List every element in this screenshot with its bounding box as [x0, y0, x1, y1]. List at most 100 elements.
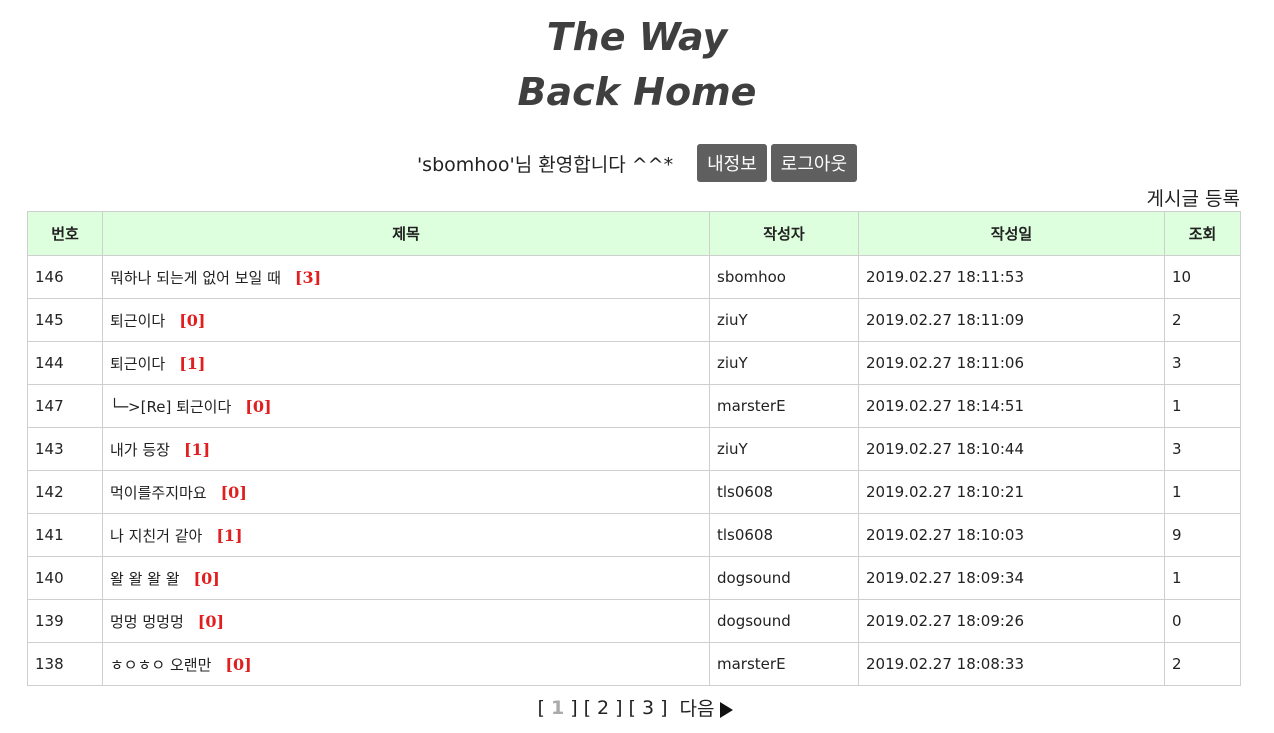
post-number: 139: [27, 599, 103, 643]
post-number: 141: [27, 513, 103, 557]
table-row: 141 나 지친거 같아 [1] tls0608 2019.02.27 18:10:03…: [27, 513, 1241, 557]
header-title: 제목: [102, 211, 710, 256]
welcome-row: 'sbomhoo'님 환영합니다 ^^* 내정보 로그아웃: [0, 144, 1274, 182]
post-number: 146: [27, 255, 103, 299]
post-date: 2019.02.27 18:10:44: [858, 427, 1165, 471]
header-date: 작성일: [858, 211, 1165, 256]
post-number: 138: [27, 642, 103, 686]
post-title-cell: 나 지친거 같아 [1]: [102, 513, 710, 557]
post-title-cell: 뭐하나 되는게 없어 보일 때 [3]: [102, 255, 710, 299]
header-number: 번호: [27, 211, 103, 256]
post-number: 142: [27, 470, 103, 514]
reply-count: [0]: [225, 654, 252, 674]
post-title-link[interactable]: 나 지친거 같아: [110, 527, 202, 545]
logout-button[interactable]: 로그아웃: [770, 144, 858, 182]
post-author: sbomhoo: [709, 255, 859, 299]
post-title-cell: └─>[Re] 퇴근이다 [0]: [102, 384, 710, 428]
reply-count: [3]: [294, 267, 322, 287]
post-author: tls0608: [709, 470, 859, 514]
post-title-link[interactable]: ㅎㅇㅎㅇ 오랜만: [110, 656, 211, 674]
play-icon: [720, 701, 734, 718]
table-row: 143 내가 등장 [1] ziuY 2019.02.27 18:10:44 3: [27, 427, 1241, 471]
page-bracket-open: [: [537, 696, 545, 719]
post-date: 2019.02.27 18:09:34: [858, 556, 1165, 600]
welcome-message: 'sbomhoo'님 환영합니다 ^^*: [416, 153, 674, 176]
reply-count: [0]: [179, 310, 206, 330]
post-views: 2: [1164, 298, 1241, 342]
post-views: 3: [1164, 341, 1241, 385]
register-post-link[interactable]: 게시글 등록: [1147, 184, 1240, 211]
table-row: 144 퇴근이다 [1] ziuY 2019.02.27 18:11:06 3: [27, 341, 1241, 385]
post-title-link[interactable]: 퇴근이다: [110, 312, 165, 330]
post-views: 1: [1164, 384, 1241, 428]
post-number: 145: [27, 298, 103, 342]
post-title-link[interactable]: 멍멍 멍멍멍: [110, 613, 184, 631]
post-title-cell: 퇴근이다 [0]: [102, 298, 710, 342]
post-views: 3: [1164, 427, 1241, 471]
site-title: The Way Back Home: [0, 10, 1274, 120]
post-title-cell: 멍멍 멍멍멍 [0]: [102, 599, 710, 643]
post-title-cell: ㅎㅇㅎㅇ 오랜만 [0]: [102, 642, 710, 686]
reply-count: [0]: [197, 611, 225, 631]
reply-count: [1]: [179, 353, 206, 373]
table-row: 142 먹이를주지마요 [0] tls0608 2019.02.27 18:10:21 1: [27, 470, 1241, 514]
page-current: 1: [550, 696, 565, 719]
post-date: 2019.02.27 18:08:33: [858, 642, 1165, 686]
post-author: marsterE: [709, 642, 859, 686]
post-author: tls0608: [709, 513, 859, 557]
site-title-line1: The Way: [546, 15, 728, 59]
post-views: 10: [1164, 255, 1241, 299]
post-date: 2019.02.27 18:11:06: [858, 341, 1165, 385]
my-info-button[interactable]: 내정보: [697, 144, 767, 182]
post-date: 2019.02.27 18:09:26: [858, 599, 1165, 643]
post-title-cell: 먹이를주지마요 [0]: [102, 470, 710, 514]
post-date: 2019.02.27 18:14:51: [858, 384, 1165, 428]
next-page-label: 다음: [679, 698, 715, 720]
post-title-link[interactable]: └─>[Re] 퇴근이다: [110, 398, 231, 416]
post-views: 1: [1164, 556, 1241, 600]
next-page-link[interactable]: 다음: [676, 694, 736, 721]
post-views: 9: [1164, 513, 1241, 557]
post-views: 0: [1164, 599, 1241, 643]
post-title-link[interactable]: 퇴근이다: [110, 355, 165, 373]
table-header-row: 번호 제목 작성자 작성일 조회: [27, 211, 1241, 256]
header-author: 작성자: [709, 211, 859, 256]
page-bracket-close: ]: [570, 696, 578, 719]
post-title-link[interactable]: 내가 등장: [110, 441, 170, 459]
post-number: 144: [27, 341, 103, 385]
page-bracket-close: ]: [660, 696, 668, 719]
post-date: 2019.02.27 18:10:21: [858, 470, 1165, 514]
post-date: 2019.02.27 18:11:09: [858, 298, 1165, 342]
page-link-3[interactable]: 3: [642, 697, 654, 719]
site-title-line2: Back Home: [517, 70, 757, 114]
post-title-cell: 왈 왈 왈 왈 [0]: [102, 556, 710, 600]
post-title-link[interactable]: 먹이를주지마요: [110, 484, 207, 502]
post-author: ziuY: [709, 341, 859, 385]
header-views: 조회: [1164, 211, 1241, 256]
post-number: 140: [27, 556, 103, 600]
post-author: ziuY: [709, 298, 859, 342]
pagination: [ 1 ] [ 2 ] [ 3 ] 다음: [0, 694, 1274, 721]
post-title-link[interactable]: 왈 왈 왈 왈: [110, 570, 180, 588]
post-title-cell: 내가 등장 [1]: [102, 427, 710, 471]
post-views: 2: [1164, 642, 1241, 686]
table-row: 140 왈 왈 왈 왈 [0] dogsound 2019.02.27 18:09:34…: [27, 556, 1241, 600]
post-views: 1: [1164, 470, 1241, 514]
board-table: 번호 제목 작성자 작성일 조회 146 뭐하나 되는게 없어 보일 때 [3] sb…: [27, 211, 1241, 686]
reply-count: [0]: [193, 568, 220, 588]
page-bracket-close: ]: [615, 696, 623, 719]
post-number: 143: [27, 427, 103, 471]
reply-count: [1]: [183, 439, 211, 459]
page-bracket-open: [: [628, 696, 636, 719]
reply-count: [0]: [245, 396, 272, 416]
table-row: 138 ㅎㅇㅎㅇ 오랜만 [0] marsterE 2019.02.27 18:08:3…: [27, 642, 1241, 686]
reply-count: [1]: [216, 525, 243, 545]
post-title-link[interactable]: 뭐하나 되는게 없어 보일 때: [110, 269, 281, 287]
page-link-2[interactable]: 2: [597, 697, 609, 719]
table-row: 145 퇴근이다 [0] ziuY 2019.02.27 18:11:09 2: [27, 298, 1241, 342]
post-author: dogsound: [709, 599, 859, 643]
post-title-cell: 퇴근이다 [1]: [102, 341, 710, 385]
post-date: 2019.02.27 18:11:53: [858, 255, 1165, 299]
post-author: dogsound: [709, 556, 859, 600]
post-author: marsterE: [709, 384, 859, 428]
